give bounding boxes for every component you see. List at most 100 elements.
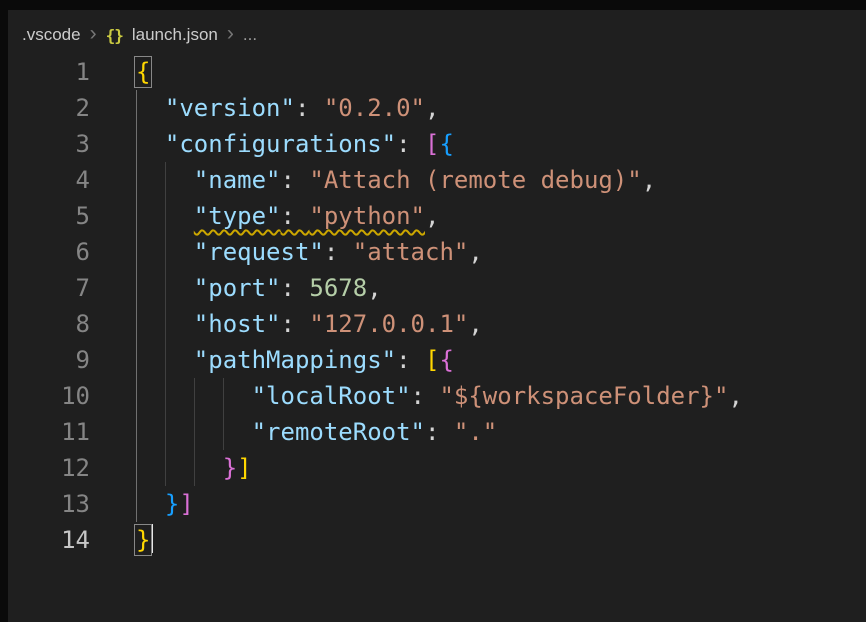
indent-guide bbox=[223, 414, 224, 450]
code-line[interactable]: 7 "port": 5678, bbox=[8, 270, 866, 306]
line-number[interactable]: 1 bbox=[8, 54, 90, 90]
code-line[interactable]: 2 "version": "0.2.0", bbox=[8, 90, 866, 126]
line-number[interactable]: 11 bbox=[8, 414, 90, 450]
code-token: } bbox=[165, 490, 179, 518]
line-content: "remoteRoot": "." bbox=[136, 414, 497, 450]
line-content: }] bbox=[136, 486, 194, 522]
line-content: "version": "0.2.0", bbox=[136, 90, 439, 126]
code-token: , bbox=[642, 166, 656, 194]
code-line[interactable]: 6 "request": "attach", bbox=[8, 234, 866, 270]
code-token: : bbox=[281, 202, 310, 230]
code-token: "." bbox=[454, 418, 497, 446]
line-content: } bbox=[136, 522, 153, 558]
code-token: { bbox=[439, 130, 453, 158]
code-token: "attach" bbox=[353, 238, 469, 266]
indent-guide bbox=[165, 198, 166, 234]
line-number[interactable]: 10 bbox=[8, 378, 90, 414]
code-line[interactable]: 10 "localRoot": "${workspaceFolder}", bbox=[8, 378, 866, 414]
indent-guide bbox=[136, 90, 137, 126]
code-token: "type" bbox=[194, 202, 281, 230]
code-token: , bbox=[425, 94, 439, 122]
code-token bbox=[136, 490, 165, 518]
code-token: : bbox=[281, 310, 310, 338]
line-number[interactable]: 13 bbox=[8, 486, 90, 522]
code-token: "remoteRoot" bbox=[252, 418, 425, 446]
indent-guide bbox=[165, 234, 166, 270]
code-token: , bbox=[728, 382, 742, 410]
indent-guide bbox=[165, 450, 166, 486]
line-content: "configurations": [{ bbox=[136, 126, 454, 162]
breadcrumb-folder[interactable]: .vscode bbox=[22, 25, 81, 45]
editor-pane: .vscode › {} launch.json › ... 1{2 "vers… bbox=[8, 10, 866, 622]
chevron-right-icon: › bbox=[227, 23, 234, 44]
indent-guide bbox=[165, 414, 166, 450]
indent-guide bbox=[136, 414, 137, 450]
code-token: "localRoot" bbox=[252, 382, 411, 410]
breadcrumb-file[interactable]: launch.json bbox=[132, 25, 218, 45]
code-token: "port" bbox=[194, 274, 281, 302]
code-token: ] bbox=[179, 490, 193, 518]
line-number[interactable]: 14 bbox=[8, 522, 90, 558]
line-number[interactable]: 8 bbox=[8, 306, 90, 342]
indent-guide bbox=[136, 270, 137, 306]
code-line[interactable]: 14} bbox=[8, 522, 866, 558]
code-line[interactable]: 13 }] bbox=[8, 486, 866, 522]
code-token: "127.0.0.1" bbox=[309, 310, 468, 338]
indent-guide bbox=[136, 198, 137, 234]
line-number[interactable]: 9 bbox=[8, 342, 90, 378]
line-content: "pathMappings": [{ bbox=[136, 342, 454, 378]
indent-guide bbox=[136, 306, 137, 342]
line-number[interactable]: 5 bbox=[8, 198, 90, 234]
indent-guide bbox=[136, 234, 137, 270]
line-number[interactable]: 4 bbox=[8, 162, 90, 198]
code-line[interactable]: 5 "type": "python", bbox=[8, 198, 866, 234]
line-content: "port": 5678, bbox=[136, 270, 382, 306]
line-content: "host": "127.0.0.1", bbox=[136, 306, 483, 342]
code-token: "host" bbox=[194, 310, 281, 338]
code-token: : bbox=[396, 130, 425, 158]
code-token: "Attach (remote debug)" bbox=[309, 166, 641, 194]
indent-guide bbox=[165, 270, 166, 306]
indent-guide bbox=[165, 306, 166, 342]
chevron-right-icon: › bbox=[90, 23, 97, 44]
indent-guide bbox=[165, 342, 166, 378]
code-lines[interactable]: 1{2 "version": "0.2.0",3 "configurations… bbox=[8, 54, 866, 558]
code-token: "version" bbox=[165, 94, 295, 122]
code-token: : bbox=[396, 346, 425, 374]
line-content: "request": "attach", bbox=[136, 234, 483, 270]
code-token: "python" bbox=[309, 202, 425, 230]
code-token: ] bbox=[237, 454, 251, 482]
code-token: "name" bbox=[194, 166, 281, 194]
code-line[interactable]: 9 "pathMappings": [{ bbox=[8, 342, 866, 378]
line-number[interactable]: 3 bbox=[8, 126, 90, 162]
indent-guide bbox=[136, 126, 137, 162]
code-token: : bbox=[411, 382, 440, 410]
breadcrumb: .vscode › {} launch.json › ... bbox=[8, 10, 866, 54]
code-token: , bbox=[425, 202, 439, 230]
indent-guide bbox=[136, 162, 137, 198]
code-token bbox=[136, 130, 165, 158]
code-line[interactable]: 12 }] bbox=[8, 450, 866, 486]
code-line[interactable]: 4 "name": "Attach (remote debug)", bbox=[8, 162, 866, 198]
code-token: "configurations" bbox=[165, 130, 396, 158]
matched-bracket: } bbox=[136, 526, 150, 554]
line-number[interactable]: 6 bbox=[8, 234, 90, 270]
line-content: "type": "python", bbox=[136, 198, 439, 234]
line-number[interactable]: 7 bbox=[8, 270, 90, 306]
indent-guide bbox=[165, 162, 166, 198]
code-line[interactable]: 3 "configurations": [{ bbox=[8, 126, 866, 162]
breadcrumb-symbols[interactable]: ... bbox=[243, 25, 257, 45]
code-token: { bbox=[439, 346, 453, 374]
text-cursor bbox=[151, 524, 153, 553]
line-number[interactable]: 12 bbox=[8, 450, 90, 486]
code-token bbox=[136, 454, 223, 482]
indent-guide bbox=[194, 450, 195, 486]
code-token: : bbox=[295, 94, 324, 122]
code-line[interactable]: 11 "remoteRoot": "." bbox=[8, 414, 866, 450]
code-token: 5678 bbox=[309, 274, 367, 302]
code-line[interactable]: 8 "host": "127.0.0.1", bbox=[8, 306, 866, 342]
code-token: , bbox=[468, 310, 482, 338]
code-line[interactable]: 1{ bbox=[8, 54, 866, 90]
line-number[interactable]: 2 bbox=[8, 90, 90, 126]
code-token: : bbox=[425, 418, 454, 446]
